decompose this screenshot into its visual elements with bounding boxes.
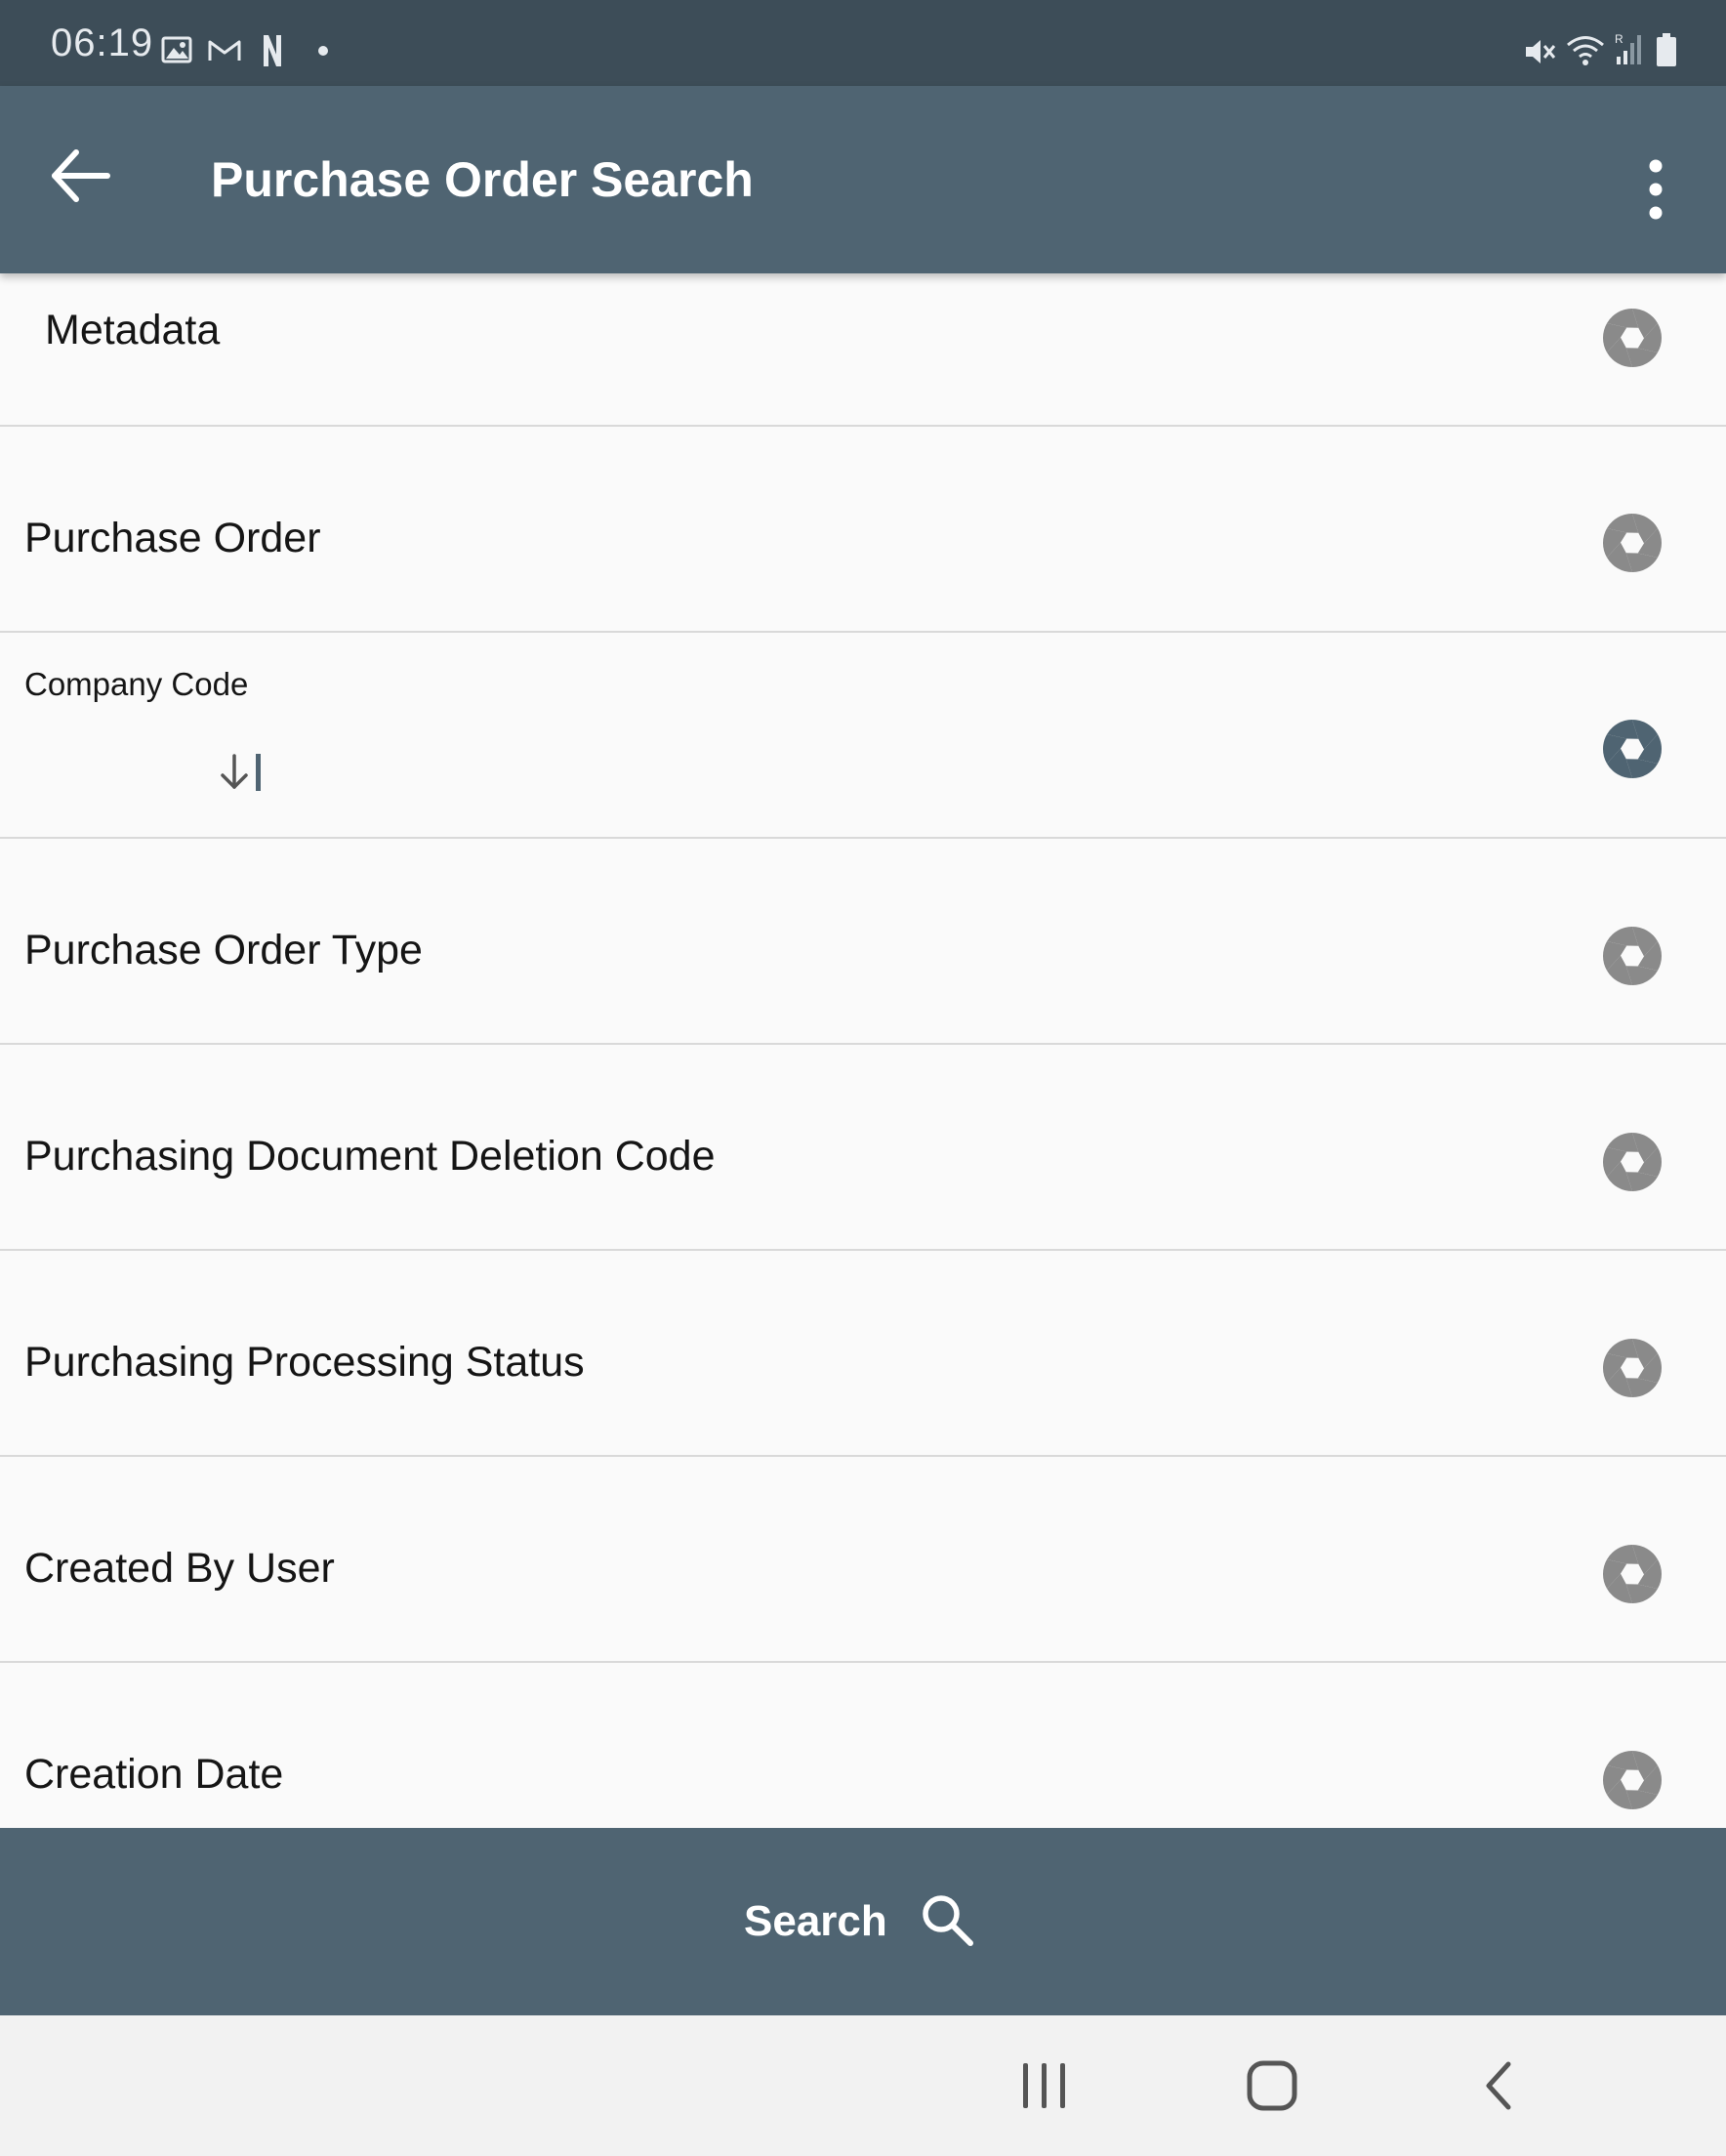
recents-icon xyxy=(1023,2063,1065,2108)
recents-button[interactable] xyxy=(1006,2047,1084,2125)
aperture-icon[interactable] xyxy=(1601,1131,1664,1193)
home-icon xyxy=(1247,2060,1297,2111)
field-label: Creation Date xyxy=(24,1751,284,1798)
status-bar: 06:19 R xyxy=(0,0,1726,86)
field-row-purchase-order-type[interactable]: Purchase Order Type xyxy=(0,839,1726,1045)
gmail-notification-icon xyxy=(208,40,241,61)
battery-icon xyxy=(1657,33,1676,66)
aperture-icon[interactable] xyxy=(1601,1337,1664,1399)
svg-text:R: R xyxy=(1615,32,1623,46)
status-time: 06:19 xyxy=(51,21,154,64)
field-row-created-by-user[interactable]: Created By User xyxy=(0,1457,1726,1663)
system-navigation-bar xyxy=(0,2015,1726,2156)
search-field-list[interactable]: Metadata Purchase Order Company Code Pur… xyxy=(0,273,1726,1828)
system-back-button[interactable] xyxy=(1461,2047,1540,2125)
field-row-company-code[interactable]: Company Code xyxy=(0,633,1726,839)
back-button[interactable] xyxy=(43,129,121,223)
netflix-notification-icon xyxy=(264,35,281,66)
aperture-icon[interactable] xyxy=(1601,512,1664,574)
aperture-icon[interactable] xyxy=(1601,925,1664,987)
back-icon xyxy=(1486,2061,1511,2110)
home-button[interactable] xyxy=(1233,2047,1311,2125)
app-bar: Purchase Order Search xyxy=(0,86,1726,273)
field-row-metadata[interactable]: Metadata xyxy=(0,273,1726,427)
field-label: Company Code xyxy=(24,666,249,702)
search-button[interactable]: Search xyxy=(0,1828,1726,2015)
field-row-creation-date[interactable]: Creation Date xyxy=(0,1663,1726,1828)
field-row-purchasing-document-deletion-code[interactable]: Purchasing Document Deletion Code xyxy=(0,1045,1726,1251)
field-label: Purchase Order Type xyxy=(24,927,423,974)
gallery-notification-icon xyxy=(161,36,192,63)
page-title: Purchase Order Search xyxy=(211,152,754,207)
field-label: Purchase Order xyxy=(24,515,321,561)
cell-signal-icon: R xyxy=(1615,32,1641,64)
aperture-icon[interactable] xyxy=(1601,718,1664,780)
overflow-menu-button[interactable] xyxy=(1626,146,1685,232)
field-label: Metadata xyxy=(45,307,221,353)
field-label: Purchasing Document Deletion Code xyxy=(24,1133,716,1180)
value-help-input-icon[interactable] xyxy=(215,750,267,795)
aperture-icon[interactable] xyxy=(1601,307,1664,369)
aperture-icon[interactable] xyxy=(1601,1543,1664,1605)
search-icon xyxy=(923,1895,973,1946)
mute-icon xyxy=(1526,40,1556,63)
more-notifications-dot-icon xyxy=(318,46,328,56)
field-label: Purchasing Processing Status xyxy=(24,1339,585,1386)
wifi-icon xyxy=(1567,36,1604,65)
field-row-purchase-order[interactable]: Purchase Order xyxy=(0,427,1726,633)
more-vert-icon xyxy=(1649,159,1663,220)
aperture-icon[interactable] xyxy=(1601,1749,1664,1811)
search-button-label: Search xyxy=(744,1897,887,1945)
arrow-left-icon xyxy=(52,149,110,202)
field-label: Created By User xyxy=(24,1545,335,1592)
field-row-purchasing-processing-status[interactable]: Purchasing Processing Status xyxy=(0,1251,1726,1457)
